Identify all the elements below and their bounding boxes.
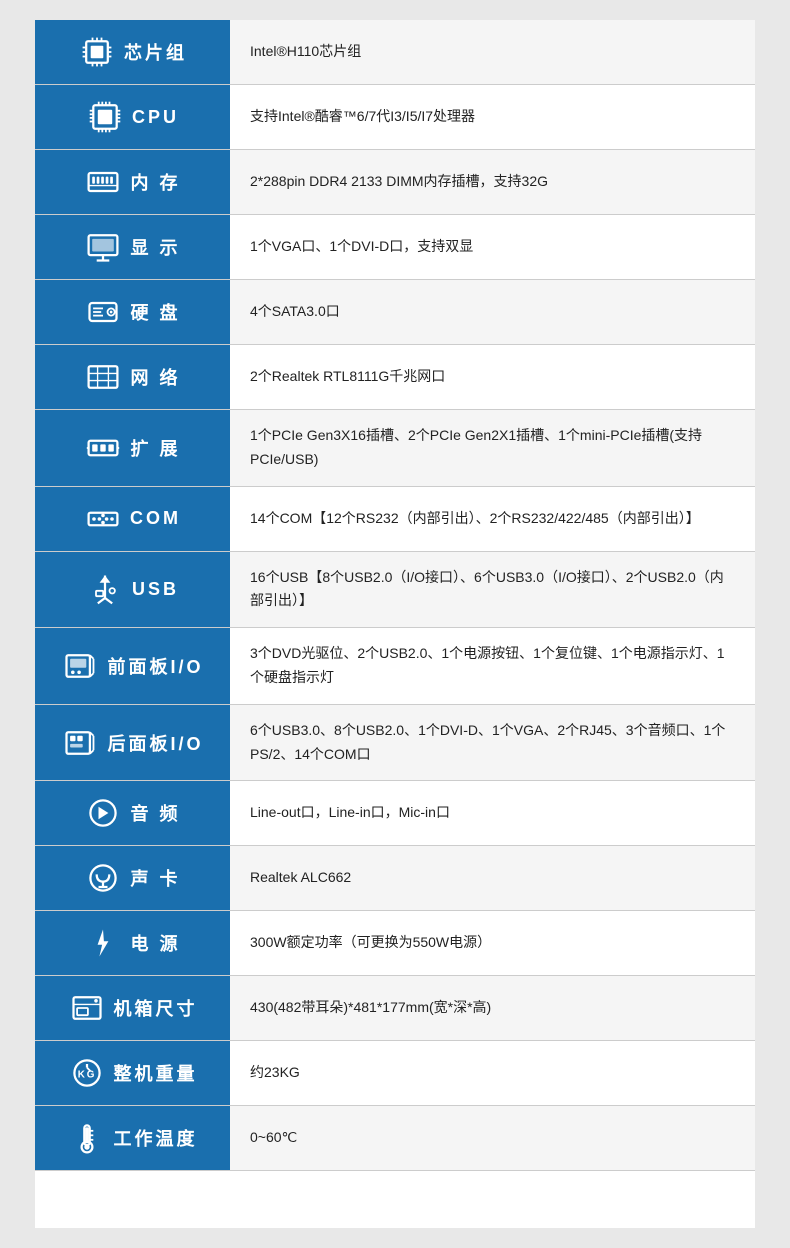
spec-row-usb: USB 16个USB【8个USB2.0（I/O接口）、6个USB3.0（I/O接… (35, 552, 755, 629)
front-panel-icon (61, 648, 99, 684)
spec-label-text-rear-io: 后面板I/O (107, 730, 203, 756)
com-icon (84, 501, 122, 537)
cpu-icon (86, 99, 124, 135)
spec-row-soundcard: 声 卡 Realtek ALC662 (35, 846, 755, 911)
spec-row-temperature: 工作温度 0~60℃ (35, 1106, 755, 1171)
spec-row-weight: KG 整机重量 约23KG (35, 1041, 755, 1106)
spec-label-text-soundcard: 声 卡 (130, 865, 180, 891)
spec-value-memory: 2*288pin DDR4 2133 DIMM内存插槽，支持32G (230, 150, 755, 214)
spec-value-temperature: 0~60℃ (230, 1106, 755, 1170)
rear-panel-icon (61, 725, 99, 761)
spec-label-text-chassis: 机箱尺寸 (114, 995, 198, 1021)
spec-row-network: 网 络 2个Realtek RTL8111G千兆网口 (35, 345, 755, 410)
spec-label-chipset: 芯片组 (35, 20, 230, 84)
power-icon (84, 925, 122, 961)
spec-label-text-front-io: 前面板I/O (107, 653, 203, 679)
expansion-icon (84, 430, 122, 466)
spec-label-network: 网 络 (35, 345, 230, 409)
spec-value-front-io: 3个DVD光驱位、2个USB2.0、1个电源按钮、1个复位键、1个电源指示灯、1… (230, 628, 755, 704)
spec-row-expansion: 扩 展 1个PCIe Gen3X16插槽、2个PCIe Gen2X1插槽、1个m… (35, 410, 755, 487)
soundcard-icon (84, 860, 122, 896)
spec-label-text-temperature: 工作温度 (114, 1125, 198, 1151)
spec-label-text-display: 显 示 (130, 234, 180, 260)
spec-label-text-memory: 内 存 (130, 169, 180, 195)
spec-row-chipset: 芯片组 Intel®H110芯片组 (35, 20, 755, 85)
spec-value-display: 1个VGA口、1个DVI-D口，支持双显 (230, 215, 755, 279)
spec-label-text-chipset: 芯片组 (124, 39, 187, 65)
spec-value-com: 14个COM【12个RS232（内部引出）、2个RS232/422/485（内部… (230, 487, 755, 551)
spec-row-display: 显 示 1个VGA口、1个DVI-D口，支持双显 (35, 215, 755, 280)
spec-row-com: COM 14个COM【12个RS232（内部引出）、2个RS232/422/48… (35, 487, 755, 552)
spec-label-text-network: 网 络 (130, 364, 180, 390)
spec-row-front-io: 前面板I/O 3个DVD光驱位、2个USB2.0、1个电源按钮、1个复位键、1个… (35, 628, 755, 705)
spec-label-text-expansion: 扩 展 (130, 435, 180, 461)
spec-row-audio: 音 频 Line-out口，Line-in口，Mic-in口 (35, 781, 755, 846)
spec-label-memory: 内 存 (35, 150, 230, 214)
spec-label-chassis: 机箱尺寸 (35, 976, 230, 1040)
spec-row-harddisk: 硬 盘 4个SATA3.0口 (35, 280, 755, 345)
spec-value-harddisk: 4个SATA3.0口 (230, 280, 755, 344)
spec-row-cpu: CPU 支持Intel®酷睿™6/7代I3/I5/I7处理器 (35, 85, 755, 150)
spec-label-text-com: COM (130, 508, 181, 529)
spec-row-power: 电 源 300W额定功率（可更换为550W电源） (35, 911, 755, 976)
network-icon (84, 359, 122, 395)
spec-label-display: 显 示 (35, 215, 230, 279)
spec-label-expansion: 扩 展 (35, 410, 230, 486)
spec-value-weight: 约23KG (230, 1041, 755, 1105)
spec-label-power: 电 源 (35, 911, 230, 975)
spec-label-text-power: 电 源 (130, 930, 180, 956)
spec-value-soundcard: Realtek ALC662 (230, 846, 755, 910)
temperature-icon (68, 1120, 106, 1156)
spec-value-chassis: 430(482带耳朵)*481*177mm(宽*深*高) (230, 976, 755, 1040)
spec-label-front-io: 前面板I/O (35, 628, 230, 704)
spec-table: 芯片组 Intel®H110芯片组 CPU (35, 20, 755, 1171)
spec-value-network: 2个Realtek RTL8111G千兆网口 (230, 345, 755, 409)
spec-label-soundcard: 声 卡 (35, 846, 230, 910)
spec-value-chipset: Intel®H110芯片组 (230, 20, 755, 84)
spec-label-text-cpu: CPU (132, 107, 179, 128)
spec-value-rear-io: 6个USB3.0、8个USB2.0、1个DVI-D、1个VGA、2个RJ45、3… (230, 705, 755, 781)
spec-label-text-harddisk: 硬 盘 (130, 299, 180, 325)
chipset-icon (78, 34, 116, 70)
spec-label-temperature: 工作温度 (35, 1106, 230, 1170)
audio-icon (84, 795, 122, 831)
spec-value-power: 300W额定功率（可更换为550W电源） (230, 911, 755, 975)
spec-label-rear-io: 后面板I/O (35, 705, 230, 781)
spec-label-text-weight: 整机重量 (114, 1060, 198, 1086)
spec-label-harddisk: 硬 盘 (35, 280, 230, 344)
weight-icon: KG (68, 1055, 106, 1091)
spec-label-usb: USB (35, 552, 230, 628)
display-icon (84, 229, 122, 265)
harddisk-icon (84, 294, 122, 330)
spec-container: 芯片组 Intel®H110芯片组 CPU (35, 20, 755, 1228)
chassis-icon (68, 990, 106, 1026)
spec-label-weight: KG 整机重量 (35, 1041, 230, 1105)
usb-icon (86, 571, 124, 607)
memory-icon (84, 164, 122, 200)
spec-label-text-audio: 音 频 (130, 800, 180, 826)
spec-label-com: COM (35, 487, 230, 551)
spec-label-audio: 音 频 (35, 781, 230, 845)
spec-value-expansion: 1个PCIe Gen3X16插槽、2个PCIe Gen2X1插槽、1个mini-… (230, 410, 755, 486)
spec-label-text-usb: USB (132, 579, 179, 600)
spec-value-usb: 16个USB【8个USB2.0（I/O接口）、6个USB3.0（I/O接口）、2… (230, 552, 755, 628)
spec-value-audio: Line-out口，Line-in口，Mic-in口 (230, 781, 755, 845)
spec-row-memory: 内 存 2*288pin DDR4 2133 DIMM内存插槽，支持32G (35, 150, 755, 215)
spec-value-cpu: 支持Intel®酷睿™6/7代I3/I5/I7处理器 (230, 85, 755, 149)
svg-text:KG: KG (77, 1070, 95, 1081)
spec-row-rear-io: 后面板I/O 6个USB3.0、8个USB2.0、1个DVI-D、1个VGA、2… (35, 705, 755, 782)
spec-label-cpu: CPU (35, 85, 230, 149)
spec-row-chassis: 机箱尺寸 430(482带耳朵)*481*177mm(宽*深*高) (35, 976, 755, 1041)
